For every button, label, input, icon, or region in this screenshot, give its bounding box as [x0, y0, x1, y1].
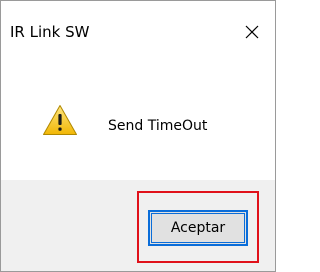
close-button[interactable]	[229, 15, 275, 49]
message-box-dialog: IR Link SW Send TimeOut Aceptar	[0, 0, 276, 272]
window-title: IR Link SW	[10, 23, 90, 41]
close-icon	[245, 25, 259, 39]
warning-icon	[43, 105, 77, 135]
title-bar: IR Link SW	[1, 1, 275, 64]
ok-button-label: Aceptar	[151, 213, 245, 243]
message-area: Send TimeOut	[1, 64, 275, 180]
ok-button[interactable]: Aceptar	[148, 210, 248, 246]
message-text: Send TimeOut	[108, 118, 208, 134]
